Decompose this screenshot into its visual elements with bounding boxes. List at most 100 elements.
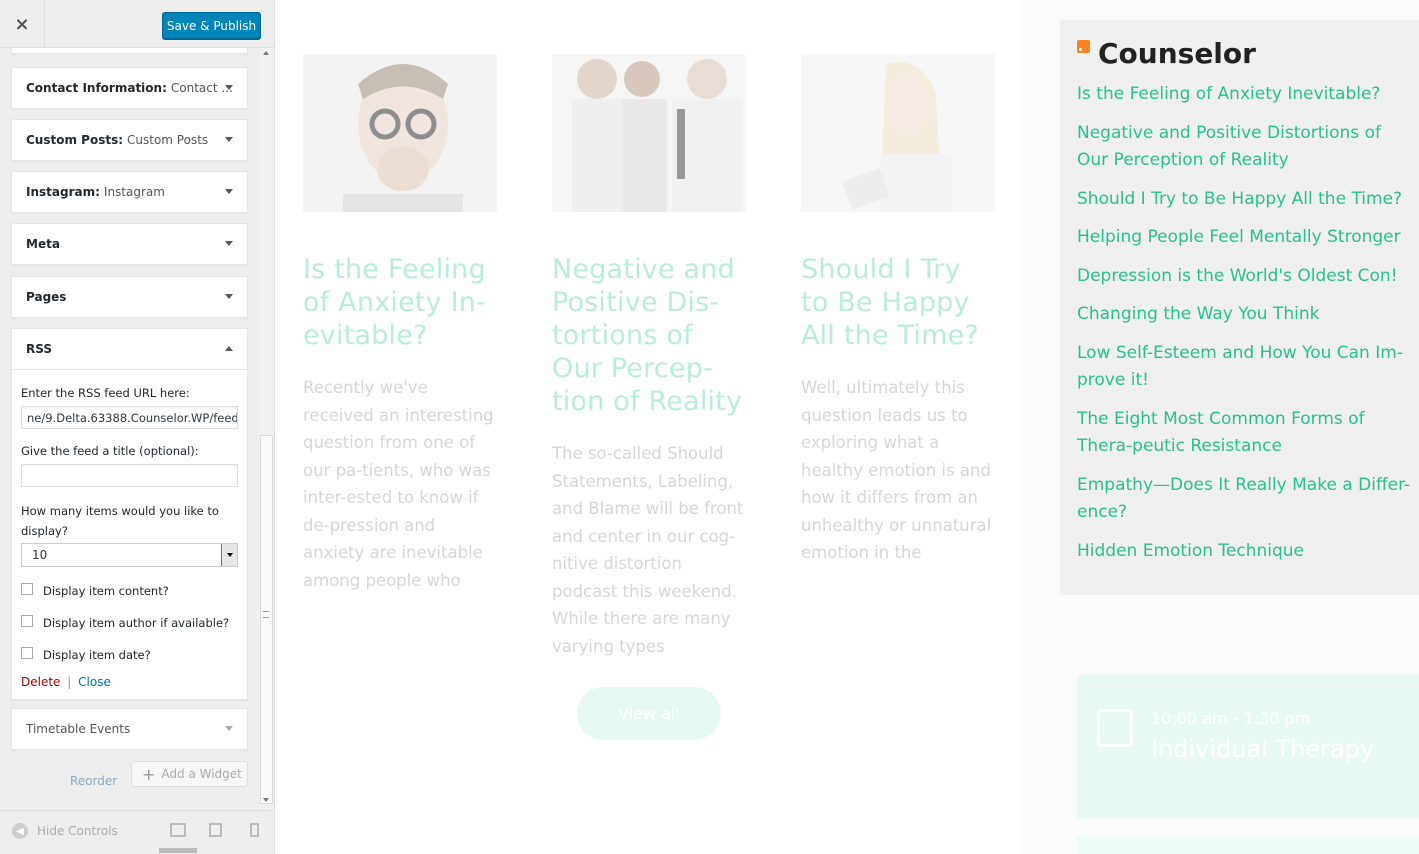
- post-thumbnail[interactable]: [801, 54, 995, 212]
- widget-name: Contact Information:: [26, 81, 167, 95]
- reorder-link[interactable]: Reorder: [70, 774, 117, 788]
- option-display-date: Display item date?: [21, 639, 238, 671]
- post-card[interactable]: Negative and Positive Dis-tortions of Ou…: [552, 54, 746, 660]
- rss-items-label: How many items would you like to display…: [21, 504, 219, 538]
- widget-item-partial[interactable]: [11, 48, 248, 54]
- panel-scrollbar[interactable]: [259, 48, 274, 810]
- widget-meta[interactable]: Meta: [11, 223, 248, 265]
- plus-icon: +: [142, 764, 156, 784]
- rss-item-link[interactable]: Negative and Positive Distortions of Our…: [1077, 120, 1419, 175]
- people-meeting-image-icon: [552, 54, 746, 212]
- rss-feed-widget: Counselor Is the Feeling of Anxiety Inev…: [1060, 20, 1419, 595]
- post-thumbnail[interactable]: [303, 54, 497, 212]
- widget-contact-information[interactable]: Contact Information: Contact ...: [11, 67, 248, 109]
- display-content-checkbox[interactable]: [21, 583, 33, 595]
- widget-subtitle: Custom Posts: [127, 133, 209, 147]
- rss-title-label: Give the feed a title (optional):: [21, 444, 199, 458]
- rss-url-input[interactable]: ne/9.Delta.63388.Counselor.WP/feed: [21, 406, 238, 429]
- widget-subtitle: Instagram: [103, 185, 165, 199]
- rss-widget-header: Counselor: [1077, 36, 1419, 70]
- scroll-down-icon[interactable]: [263, 798, 269, 802]
- event-card-partial: [1077, 836, 1419, 854]
- post-card[interactable]: Is the Feeling of Anxiety In-evitable? R…: [303, 54, 497, 594]
- tablet-preview-icon[interactable]: [209, 823, 222, 837]
- add-widget-label: Add a Widget: [161, 767, 242, 781]
- scroll-up-icon[interactable]: [263, 51, 269, 55]
- post-excerpt: Well, ultimately this question leads us …: [801, 378, 992, 562]
- widget-custom-posts[interactable]: Custom Posts: Custom Posts: [11, 119, 248, 161]
- scrollbar-grip-icon: [263, 611, 269, 618]
- display-date-checkbox[interactable]: [21, 647, 33, 659]
- widget-actions: Delete | Close: [21, 675, 238, 689]
- widget-pages[interactable]: Pages: [11, 276, 248, 318]
- mobile-preview-icon[interactable]: [250, 823, 259, 837]
- rss-item-link[interactable]: The Eight Most Common Forms of Thera-peu…: [1077, 406, 1419, 461]
- widget-rss[interactable]: RSS Enter the RSS feed URL here: ne/9.De…: [11, 328, 248, 700]
- display-content-label: Display item content?: [43, 584, 169, 598]
- scrollbar-thumb[interactable]: [260, 435, 273, 804]
- widget-instagram[interactable]: Instagram: Instagram: [11, 171, 248, 213]
- rss-item-link[interactable]: Depression is the World's Oldest Con!: [1077, 263, 1419, 291]
- hide-controls-label: Hide Controls: [37, 824, 118, 838]
- arrow-down-icon[interactable]: [225, 294, 233, 299]
- woman-image-icon: [801, 54, 995, 212]
- post-title[interactable]: Negative and Positive Dis-tortions of Ou…: [552, 253, 746, 418]
- rss-item-link[interactable]: Should I Try to Be Happy All the Time?: [1077, 186, 1419, 214]
- customizer-footer: ◀ Hide Controls: [0, 810, 274, 854]
- arrow-down-icon[interactable]: [225, 726, 233, 731]
- event-card[interactable]: 10:00 am - 1:30 pm Individual Therapy: [1077, 675, 1419, 818]
- collapse-icon: ◀: [12, 823, 28, 839]
- event-name[interactable]: Individual Therapy: [1151, 735, 1374, 763]
- chevron-down-icon[interactable]: [221, 544, 237, 566]
- hide-controls-button[interactable]: ◀ Hide Controls: [12, 823, 118, 839]
- arrow-down-icon[interactable]: [225, 241, 233, 246]
- save-publish-button[interactable]: Save & Publish: [162, 12, 261, 39]
- display-author-checkbox[interactable]: [21, 615, 33, 627]
- widget-subtitle: Contact ...: [170, 81, 233, 95]
- add-widget-button[interactable]: + Add a Widget: [131, 761, 248, 787]
- widget-title-bar: Instagram: Instagram: [12, 172, 247, 212]
- rss-widget-form: Enter the RSS feed URL here: ne/9.Delta.…: [12, 369, 247, 699]
- post-card[interactable]: Should I Try to Be Happy All the Time? W…: [801, 54, 995, 567]
- calendar-icon: [1097, 709, 1133, 747]
- rss-widget-title[interactable]: Counselor: [1098, 37, 1256, 70]
- widget-name: Meta: [26, 237, 60, 251]
- arrow-down-icon[interactable]: [225, 137, 233, 142]
- post-thumbnail[interactable]: [552, 54, 746, 212]
- close-link[interactable]: Close: [78, 675, 111, 689]
- post-title[interactable]: Should I Try to Be Happy All the Time?: [801, 253, 995, 352]
- widget-title-bar: Pages: [12, 277, 247, 317]
- arrow-down-icon[interactable]: [225, 189, 233, 194]
- post-excerpt: The so-called Should Statements, Labelin…: [552, 444, 744, 656]
- widget-name: Custom Posts:: [26, 133, 124, 147]
- display-date-label: Display item date?: [43, 648, 151, 662]
- event-time: 10:00 am - 1:30 pm: [1151, 709, 1311, 728]
- widget-title-bar: Custom Posts: Custom Posts: [12, 120, 247, 160]
- rss-title-input[interactable]: [21, 464, 238, 487]
- widget-name: Timetable Events: [26, 722, 131, 736]
- rss-item-link[interactable]: Helping People Feel Mentally Stronger: [1077, 224, 1419, 252]
- customizer-panel: × Save & Publish Contact Information: Co…: [0, 0, 275, 854]
- rss-icon[interactable]: [1077, 39, 1090, 53]
- delete-link[interactable]: Delete: [21, 675, 60, 689]
- display-author-label: Display item author if available?: [43, 616, 230, 630]
- post-title[interactable]: Is the Feeling of Anxiety In-evitable?: [303, 253, 497, 352]
- rss-item-link[interactable]: Hidden Emotion Technique: [1077, 538, 1419, 566]
- view-all-button[interactable]: View all: [577, 687, 721, 740]
- person-image-icon: [303, 54, 497, 212]
- post-excerpt: Recently we've received an interesting q…: [303, 378, 494, 590]
- close-icon[interactable]: ×: [0, 0, 45, 48]
- customizer-header: × Save & Publish: [0, 0, 274, 48]
- rss-item-link[interactable]: Is the Feeling of Anxiety Inevitable?: [1077, 81, 1419, 109]
- rss-items-select[interactable]: 10: [21, 543, 238, 567]
- rss-item-link[interactable]: Empathy—Does It Really Make a Differ-enc…: [1077, 472, 1419, 527]
- arrow-up-icon[interactable]: [225, 346, 233, 351]
- rss-item-link[interactable]: Changing the Way You Think: [1077, 301, 1419, 329]
- desktop-preview-icon[interactable]: [170, 823, 186, 837]
- widget-name: Pages: [26, 290, 67, 304]
- rss-item-list: Is the Feeling of Anxiety Inevitable? Ne…: [1077, 81, 1419, 565]
- option-display-author: Display item author if available?: [21, 607, 238, 639]
- widget-timetable-events[interactable]: Timetable Events: [11, 708, 248, 750]
- arrow-down-icon[interactable]: [225, 85, 233, 90]
- rss-item-link[interactable]: Low Self-Esteem and How You Can Im-prove…: [1077, 340, 1419, 395]
